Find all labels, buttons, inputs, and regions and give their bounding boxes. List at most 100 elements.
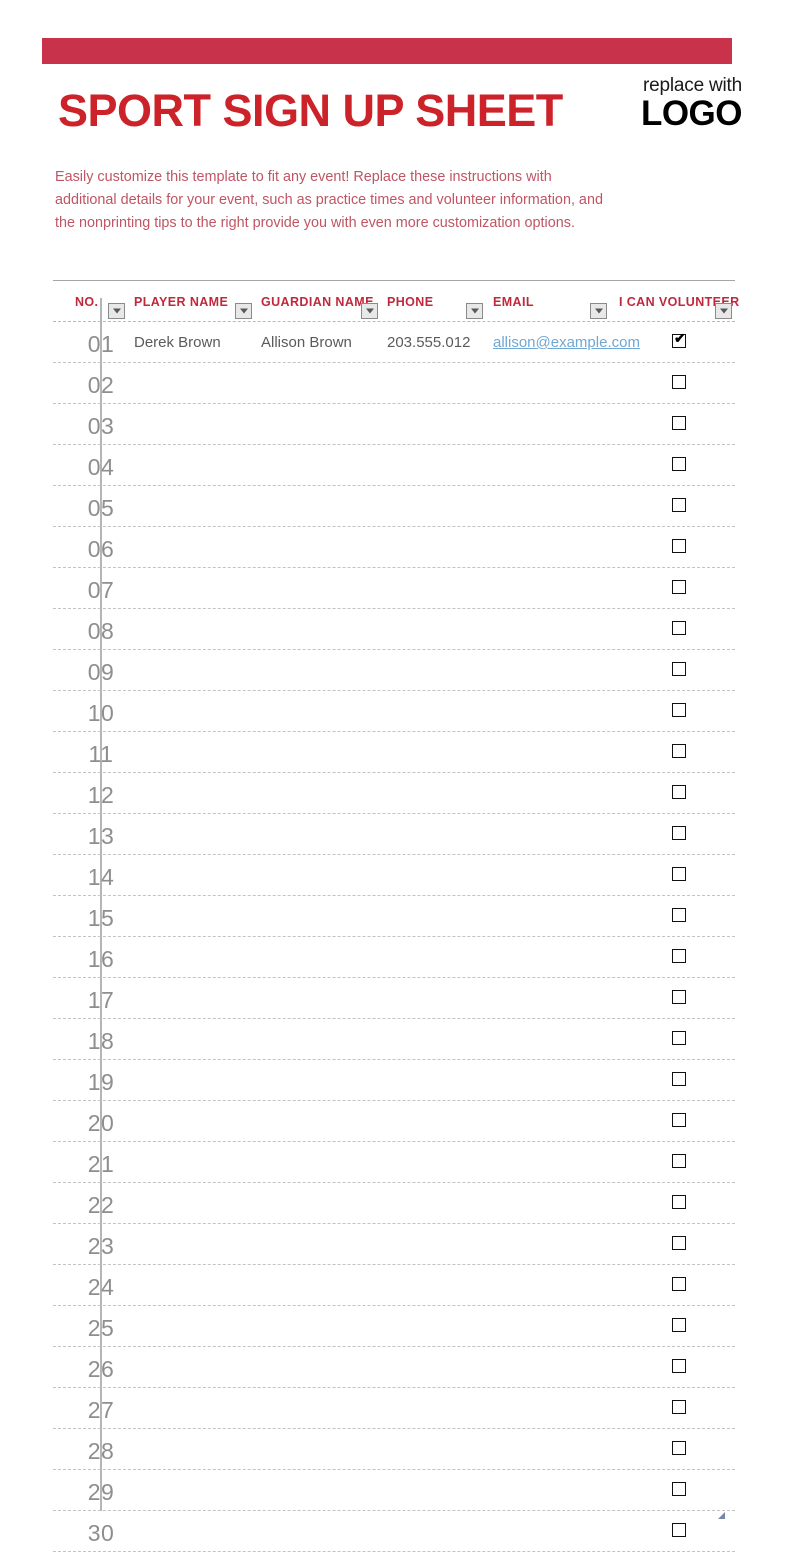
row-number: 15 xyxy=(87,905,115,931)
table-row[interactable]: 18 xyxy=(53,1019,735,1060)
table-row[interactable]: 07 xyxy=(53,568,735,609)
table-row[interactable]: 25 xyxy=(53,1306,735,1347)
table-row[interactable]: 09 xyxy=(53,650,735,691)
row-number: 10 xyxy=(87,700,115,726)
table-row[interactable]: 14 xyxy=(53,855,735,896)
row-number: 06 xyxy=(87,536,115,562)
volunteer-checkbox[interactable] xyxy=(672,1441,686,1455)
volunteer-checkbox[interactable] xyxy=(672,1072,686,1086)
row-number: 08 xyxy=(87,618,115,644)
row-number: 13 xyxy=(87,823,115,849)
volunteer-checkbox[interactable] xyxy=(672,1482,686,1496)
top-banner xyxy=(42,38,732,64)
volunteer-checkbox[interactable] xyxy=(672,1318,686,1332)
table-row[interactable]: 12 xyxy=(53,773,735,814)
table-row[interactable]: 21 xyxy=(53,1142,735,1183)
column-header-no: NO. xyxy=(75,295,99,309)
filter-dropdown-email[interactable] xyxy=(590,303,607,319)
volunteer-checkbox[interactable] xyxy=(672,580,686,594)
row-number: 18 xyxy=(87,1028,115,1054)
table-row[interactable]: 13 xyxy=(53,814,735,855)
volunteer-checkbox[interactable] xyxy=(672,908,686,922)
table-row[interactable]: 24 xyxy=(53,1265,735,1306)
volunteer-checkbox[interactable] xyxy=(672,1195,686,1209)
table-row[interactable]: 15 xyxy=(53,896,735,937)
volunteer-checkbox[interactable] xyxy=(672,662,686,676)
column-header-guardian-name: GUARDIAN NAME xyxy=(261,295,374,309)
table-row[interactable]: 20 xyxy=(53,1101,735,1142)
table-row[interactable]: 16 xyxy=(53,937,735,978)
table-row[interactable]: 30 xyxy=(53,1511,735,1552)
row-number: 21 xyxy=(87,1151,115,1177)
volunteer-checkbox[interactable] xyxy=(672,1400,686,1414)
volunteer-checkbox[interactable] xyxy=(672,826,686,840)
row-number: 30 xyxy=(87,1520,115,1546)
table-row[interactable]: 23 xyxy=(53,1224,735,1265)
row-number: 14 xyxy=(87,864,115,890)
row-number: 25 xyxy=(87,1315,115,1341)
filter-dropdown-no[interactable] xyxy=(108,303,125,319)
table-row[interactable]: 11 xyxy=(53,732,735,773)
row-number: 27 xyxy=(87,1397,115,1423)
filter-dropdown-phone[interactable] xyxy=(466,303,483,319)
row-number: 24 xyxy=(87,1274,115,1300)
table-row[interactable]: 22 xyxy=(53,1183,735,1224)
chevron-down-icon xyxy=(470,308,479,314)
volunteer-checkbox[interactable] xyxy=(672,1359,686,1373)
table-row[interactable]: 17 xyxy=(53,978,735,1019)
row-number: 26 xyxy=(87,1356,115,1382)
column-header-email: EMAIL xyxy=(493,295,534,309)
row-number: 22 xyxy=(87,1192,115,1218)
volunteer-checkbox[interactable] xyxy=(672,1236,686,1250)
row-number: 03 xyxy=(87,413,115,439)
table-row[interactable]: 27 xyxy=(53,1388,735,1429)
signup-table: NO. PLAYER NAME GUARDIAN NAME PHONE EMAIL I C… xyxy=(53,280,739,1552)
filter-dropdown-guardian-name[interactable] xyxy=(361,303,378,319)
table-header-row: NO. PLAYER NAME GUARDIAN NAME PHONE EMAIL I C… xyxy=(53,281,739,321)
table-row[interactable]: 10 xyxy=(53,691,735,732)
volunteer-checkbox[interactable] xyxy=(672,785,686,799)
table-row[interactable]: 29 xyxy=(53,1470,735,1511)
volunteer-checkbox[interactable] xyxy=(672,990,686,1004)
volunteer-checkbox[interactable] xyxy=(672,1154,686,1168)
table-row[interactable]: 06 xyxy=(53,527,735,568)
table-row[interactable]: 01 Derek Brown Allison Brown 203.555.012 all… xyxy=(53,322,735,363)
volunteer-checkbox[interactable] xyxy=(672,457,686,471)
table-row[interactable]: 28 xyxy=(53,1429,735,1470)
logo-placeholder[interactable]: replace with LOGO xyxy=(542,76,743,131)
table-row[interactable]: 26 xyxy=(53,1347,735,1388)
volunteer-checkbox[interactable] xyxy=(672,498,686,512)
volunteer-checkbox[interactable] xyxy=(672,1113,686,1127)
row-number: 02 xyxy=(87,372,115,398)
chevron-down-icon xyxy=(719,308,728,314)
table-body: 01 Derek Brown Allison Brown 203.555.012 all… xyxy=(53,322,735,1552)
table-row[interactable]: 03 xyxy=(53,404,735,445)
row-number: 29 xyxy=(87,1479,115,1505)
player-name-cell[interactable]: Derek Brown xyxy=(134,334,221,351)
filter-dropdown-player-name[interactable] xyxy=(235,303,252,319)
volunteer-checkbox[interactable] xyxy=(672,867,686,881)
guardian-name-cell[interactable]: Allison Brown xyxy=(261,334,352,351)
filter-dropdown-i-can-volunteer[interactable] xyxy=(715,303,732,319)
volunteer-checkbox[interactable] xyxy=(672,1523,686,1537)
table-row[interactable]: 08 xyxy=(53,609,735,650)
volunteer-checkbox[interactable] xyxy=(672,703,686,717)
volunteer-checkbox[interactable] xyxy=(672,949,686,963)
email-cell[interactable]: allison@example.com xyxy=(493,334,640,351)
volunteer-checkbox[interactable] xyxy=(672,744,686,758)
volunteer-checkbox[interactable] xyxy=(672,539,686,553)
volunteer-checkbox[interactable] xyxy=(672,621,686,635)
table-row[interactable]: 04 xyxy=(53,445,735,486)
row-number: 28 xyxy=(87,1438,115,1464)
row-number: 04 xyxy=(87,454,115,480)
volunteer-checkbox[interactable] xyxy=(672,1031,686,1045)
table-row[interactable]: 05 xyxy=(53,486,735,527)
table-row[interactable]: 02 xyxy=(53,363,735,404)
chevron-down-icon xyxy=(594,308,603,314)
phone-cell[interactable]: 203.555.012 xyxy=(387,334,470,351)
volunteer-checkbox[interactable]: ✔ xyxy=(672,331,686,348)
volunteer-checkbox[interactable] xyxy=(672,1277,686,1291)
volunteer-checkbox[interactable] xyxy=(672,416,686,430)
volunteer-checkbox[interactable] xyxy=(672,375,686,389)
table-row[interactable]: 19 xyxy=(53,1060,735,1101)
